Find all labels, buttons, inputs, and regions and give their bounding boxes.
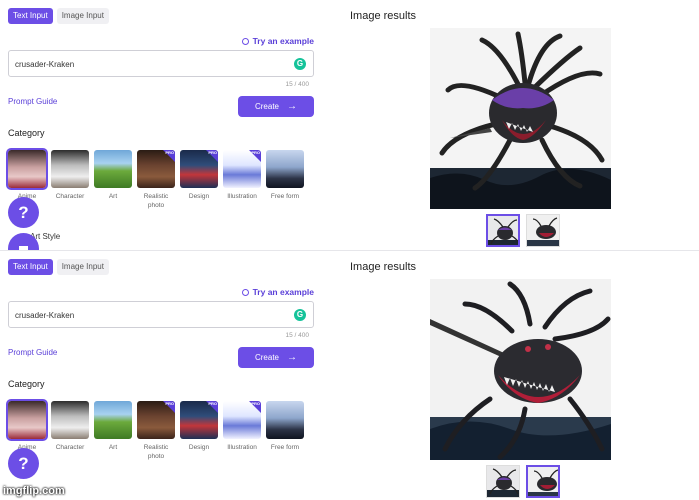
category-thumb <box>6 148 48 190</box>
prompt-guide-link[interactable]: Prompt Guide <box>8 97 57 106</box>
category-thumb <box>94 150 132 188</box>
tab-image-input[interactable]: Image Input <box>56 259 109 275</box>
try-example-link[interactable]: Try an example <box>241 287 314 297</box>
category-label: Art <box>108 444 118 451</box>
input-mode-tabs: Text Input Image Input <box>8 259 109 275</box>
category-thumb: PRO <box>223 150 261 188</box>
category-label: Design <box>188 193 210 200</box>
refresh-icon <box>241 37 249 45</box>
prompt-input[interactable]: crusader-Kraken G <box>8 301 314 328</box>
tab-image-input[interactable]: Image Input <box>56 8 109 24</box>
result-thumb-1[interactable] <box>486 214 520 247</box>
category-thumb: PRO <box>137 401 175 439</box>
category-thumb <box>266 150 304 188</box>
category-title: Category <box>8 128 45 138</box>
pro-badge-label: PRO <box>165 401 174 406</box>
category-label: Realistic photo <box>143 444 169 460</box>
category-thumb: PRO <box>137 150 175 188</box>
category-thumb <box>266 401 304 439</box>
result-thumb-1[interactable] <box>486 465 520 498</box>
category-title: Category <box>8 379 45 389</box>
category-label: Character <box>55 444 85 451</box>
result-thumb-2[interactable] <box>526 465 560 498</box>
category-label: Realistic photo <box>143 193 169 209</box>
category-thumb <box>51 150 89 188</box>
category-thumb <box>51 401 89 439</box>
category-free-form[interactable]: Free form <box>266 401 304 462</box>
result-thumb-image <box>487 466 519 497</box>
tab-text-input[interactable]: Text Input <box>8 8 53 24</box>
category-thumb: PRO <box>180 401 218 439</box>
category-illustration[interactable]: PRO Illustration <box>223 401 261 462</box>
category-label: Illustration <box>227 193 257 200</box>
prompt-value: crusader-Kraken <box>15 60 75 69</box>
category-label: Design <box>188 444 210 451</box>
create-button[interactable]: Create → <box>238 347 314 368</box>
category-design[interactable]: PRO Design <box>180 401 218 462</box>
prompt-value: crusader-Kraken <box>15 311 75 320</box>
category-design[interactable]: PRO Design <box>180 150 218 211</box>
category-label: Illustration <box>227 444 257 451</box>
category-character[interactable]: Character <box>51 401 89 462</box>
tab-text-input[interactable]: Text Input <box>8 259 53 275</box>
prompt-guide-link[interactable]: Prompt Guide <box>8 348 57 357</box>
result-thumbnails <box>486 214 560 247</box>
category-realistic-photo[interactable]: PRO Realistic photo <box>137 401 175 462</box>
help-icon: ? <box>18 454 29 473</box>
result-thumb-image <box>527 215 559 246</box>
result-thumb-image <box>528 467 558 496</box>
category-realistic-photo[interactable]: PRO Realistic photo <box>137 150 175 211</box>
input-mode-tabs: Text Input Image Input <box>8 8 109 24</box>
generator-panel-2: Text Input Image Input Try an example cr… <box>0 250 699 500</box>
char-counter: 15 / 400 <box>285 81 310 88</box>
category-list: Anime Character Art PRO Realistic photo … <box>6 399 304 462</box>
generator-panel-1: Text Input Image Input Try an example cr… <box>0 0 699 250</box>
prompt-input[interactable]: crusader-Kraken G <box>8 50 314 77</box>
char-counter: 15 / 400 <box>285 332 310 339</box>
result-thumb-2[interactable] <box>526 214 560 247</box>
result-thumbnails <box>486 465 560 498</box>
category-label: Free form <box>270 193 300 200</box>
create-button[interactable]: Create → <box>238 96 314 117</box>
category-thumb <box>94 401 132 439</box>
help-button[interactable]: ? <box>8 448 39 479</box>
pro-badge-label: PRO <box>165 150 174 155</box>
arrow-right-icon: → <box>287 100 297 112</box>
try-example-label: Try an example <box>252 287 314 297</box>
try-example-label: Try an example <box>252 36 314 46</box>
category-thumb <box>6 399 48 441</box>
pro-badge-label: PRO <box>208 401 217 406</box>
category-thumb: PRO <box>223 401 261 439</box>
create-label: Create <box>254 102 279 111</box>
try-example-link[interactable]: Try an example <box>241 36 314 46</box>
category-thumb: PRO <box>180 150 218 188</box>
category-label: Free form <box>270 444 300 451</box>
pro-badge-label: PRO <box>251 401 260 406</box>
result-image-main[interactable] <box>430 28 611 209</box>
category-label: Character <box>55 193 85 200</box>
result-image-main[interactable] <box>430 279 611 460</box>
results-title: Image results <box>350 261 417 273</box>
help-icon: ? <box>18 203 29 222</box>
kraken-image <box>430 28 611 209</box>
pro-badge-label: PRO <box>251 150 260 155</box>
category-art[interactable]: Art <box>94 150 132 211</box>
grammarly-icon[interactable]: G <box>294 309 306 321</box>
grammarly-icon[interactable]: G <box>294 58 306 70</box>
category-list: Anime Character Art PRO Realistic photo … <box>6 148 304 211</box>
category-label: Art <box>108 193 118 200</box>
arrow-right-icon: → <box>287 351 297 363</box>
refresh-icon <box>241 288 249 296</box>
category-character[interactable]: Character <box>51 150 89 211</box>
result-thumb-image <box>488 216 518 245</box>
pro-badge-label: PRO <box>208 150 217 155</box>
create-label: Create <box>254 353 279 362</box>
category-free-form[interactable]: Free form <box>266 150 304 211</box>
help-button[interactable]: ? <box>8 197 39 228</box>
results-title: Image results <box>350 10 417 22</box>
category-art[interactable]: Art <box>94 401 132 462</box>
category-illustration[interactable]: PRO Illustration <box>223 150 261 211</box>
kraken-image <box>430 279 611 460</box>
imgflip-watermark: imgflip.com <box>3 485 65 497</box>
